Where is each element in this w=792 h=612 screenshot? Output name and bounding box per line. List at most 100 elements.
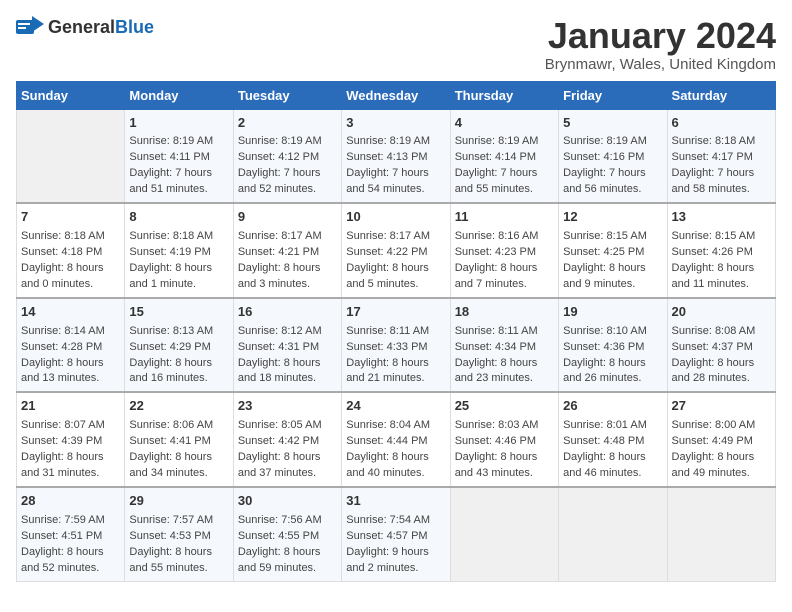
calendar-cell: 16Sunrise: 8:12 AM Sunset: 4:31 PM Dayli… xyxy=(233,298,341,393)
calendar-cell xyxy=(667,487,775,581)
day-info: Sunrise: 8:18 AM Sunset: 4:18 PM Dayligh… xyxy=(21,229,120,293)
day-number: 1 xyxy=(129,114,228,133)
day-number: 31 xyxy=(346,492,445,511)
day-number: 18 xyxy=(455,303,554,322)
day-number: 3 xyxy=(346,114,445,133)
week-row-5: 28 Sunrise: 7:59 AM Sunset: 4:51 PM Dayli… xyxy=(17,487,776,581)
col-header-saturday: Saturday xyxy=(667,81,775,109)
logo-icon xyxy=(16,16,44,38)
day-number: 5 xyxy=(563,114,662,133)
calendar-cell: 9 Sunrise: 8:17 AM Sunset: 4:21 PM Daylig… xyxy=(233,203,341,298)
day-number: 9 xyxy=(238,208,337,227)
day-number: 21 xyxy=(21,397,120,416)
calendar-cell: 31 Sunrise: 7:54 AM Sunset: 4:57 PM Dayli… xyxy=(342,487,450,581)
day-number: 12 xyxy=(563,208,662,227)
logo-general-text: General xyxy=(48,17,115,37)
calendar-cell: 3Sunrise: 8:19 AM Sunset: 4:13 PM Daylig… xyxy=(342,109,450,203)
day-info: Sunrise: 8:15 AM Sunset: 4:25 PM Dayligh… xyxy=(563,229,662,293)
day-number: 8 xyxy=(129,208,228,227)
day-info: Sunrise: 8:17 AM Sunset: 4:22 PM Dayligh… xyxy=(346,229,445,293)
calendar-title: January 2024 xyxy=(545,16,776,56)
day-number: 19 xyxy=(563,303,662,322)
day-number: 17 xyxy=(346,303,445,322)
col-header-monday: Monday xyxy=(125,81,233,109)
calendar-cell: 14Sunrise: 8:14 AM Sunset: 4:28 PM Dayli… xyxy=(17,298,125,393)
calendar-cell: 22Sunrise: 8:06 AM Sunset: 4:41 PM Dayli… xyxy=(125,392,233,487)
day-info: Sunrise: 8:19 AM Sunset: 4:14 PM Dayligh… xyxy=(455,134,554,198)
day-number: 20 xyxy=(672,303,771,322)
calendar-cell: 7 Sunrise: 8:18 AM Sunset: 4:18 PM Daylig… xyxy=(17,203,125,298)
day-number: 29 xyxy=(129,492,228,511)
day-info: Sunrise: 8:17 AM Sunset: 4:21 PM Dayligh… xyxy=(238,229,337,293)
day-info: Sunrise: 8:01 AM Sunset: 4:48 PM Dayligh… xyxy=(563,418,662,482)
col-header-sunday: Sunday xyxy=(17,81,125,109)
day-info: Sunrise: 8:19 AM Sunset: 4:11 PM Dayligh… xyxy=(129,134,228,198)
calendar-cell: 25 Sunrise: 8:03 AM Sunset: 4:46 PM Dayli… xyxy=(450,392,558,487)
day-number: 25 xyxy=(455,397,554,416)
calendar-cell: 30 Sunrise: 7:56 AM Sunset: 4:55 PM Dayli… xyxy=(233,487,341,581)
day-number: 4 xyxy=(455,114,554,133)
day-info: Sunrise: 8:19 AM Sunset: 4:16 PM Dayligh… xyxy=(563,134,662,198)
day-info: Sunrise: 8:10 AM Sunset: 4:36 PM Dayligh… xyxy=(563,324,662,388)
calendar-cell: 19 Sunrise: 8:10 AM Sunset: 4:36 PM Dayli… xyxy=(559,298,667,393)
calendar-cell: 8 Sunrise: 8:18 AM Sunset: 4:19 PM Daylig… xyxy=(125,203,233,298)
day-info: Sunrise: 8:18 AM Sunset: 4:19 PM Dayligh… xyxy=(129,229,228,293)
logo-blue-text: Blue xyxy=(115,17,154,37)
day-info: Sunrise: 8:15 AM Sunset: 4:26 PM Dayligh… xyxy=(672,229,771,293)
day-number: 2 xyxy=(238,114,337,133)
day-info: Sunrise: 7:54 AM Sunset: 4:57 PM Dayligh… xyxy=(346,513,445,577)
calendar-cell: 26Sunrise: 8:01 AM Sunset: 4:48 PM Dayli… xyxy=(559,392,667,487)
day-number: 15 xyxy=(129,303,228,322)
day-info: Sunrise: 8:14 AM Sunset: 4:28 PM Dayligh… xyxy=(21,324,120,388)
calendar-cell: 20Sunrise: 8:08 AM Sunset: 4:37 PM Dayli… xyxy=(667,298,775,393)
calendar-cell xyxy=(559,487,667,581)
col-header-thursday: Thursday xyxy=(450,81,558,109)
calendar-cell: 1Sunrise: 8:19 AM Sunset: 4:11 PM Daylig… xyxy=(125,109,233,203)
day-number: 23 xyxy=(238,397,337,416)
day-info: Sunrise: 7:56 AM Sunset: 4:55 PM Dayligh… xyxy=(238,513,337,577)
calendar-table: SundayMondayTuesdayWednesdayThursdayFrid… xyxy=(16,81,776,582)
calendar-cell: 29Sunrise: 7:57 AM Sunset: 4:53 PM Dayli… xyxy=(125,487,233,581)
calendar-cell: 12 Sunrise: 8:15 AM Sunset: 4:25 PM Dayli… xyxy=(559,203,667,298)
day-info: Sunrise: 8:18 AM Sunset: 4:17 PM Dayligh… xyxy=(672,134,771,198)
day-info: Sunrise: 8:03 AM Sunset: 4:46 PM Dayligh… xyxy=(455,418,554,482)
col-header-tuesday: Tuesday xyxy=(233,81,341,109)
day-number: 10 xyxy=(346,208,445,227)
calendar-cell: 24 Sunrise: 8:04 AM Sunset: 4:44 PM Dayli… xyxy=(342,392,450,487)
calendar-cell: 28 Sunrise: 7:59 AM Sunset: 4:51 PM Dayli… xyxy=(17,487,125,581)
calendar-cell: 18Sunrise: 8:11 AM Sunset: 4:34 PM Dayli… xyxy=(450,298,558,393)
calendar-cell: 2Sunrise: 8:19 AM Sunset: 4:12 PM Daylig… xyxy=(233,109,341,203)
day-number: 11 xyxy=(455,208,554,227)
calendar-cell: 21 Sunrise: 8:07 AM Sunset: 4:39 PM Dayli… xyxy=(17,392,125,487)
day-info: Sunrise: 8:16 AM Sunset: 4:23 PM Dayligh… xyxy=(455,229,554,293)
week-row-3: 14Sunrise: 8:14 AM Sunset: 4:28 PM Dayli… xyxy=(17,298,776,393)
day-number: 30 xyxy=(238,492,337,511)
day-info: Sunrise: 8:00 AM Sunset: 4:49 PM Dayligh… xyxy=(672,418,771,482)
calendar-cell: 6Sunrise: 8:18 AM Sunset: 4:17 PM Daylig… xyxy=(667,109,775,203)
col-header-wednesday: Wednesday xyxy=(342,81,450,109)
calendar-cell: 10 Sunrise: 8:17 AM Sunset: 4:22 PM Dayli… xyxy=(342,203,450,298)
day-info: Sunrise: 8:05 AM Sunset: 4:42 PM Dayligh… xyxy=(238,418,337,482)
title-area: January 2024 Brynmawr, Wales, United Kin… xyxy=(545,16,776,73)
calendar-cell xyxy=(450,487,558,581)
day-info: Sunrise: 7:59 AM Sunset: 4:51 PM Dayligh… xyxy=(21,513,120,577)
day-number: 16 xyxy=(238,303,337,322)
calendar-cell xyxy=(17,109,125,203)
day-number: 27 xyxy=(672,397,771,416)
day-number: 7 xyxy=(21,208,120,227)
day-info: Sunrise: 8:04 AM Sunset: 4:44 PM Dayligh… xyxy=(346,418,445,482)
calendar-subtitle: Brynmawr, Wales, United Kingdom xyxy=(545,56,776,73)
day-info: Sunrise: 8:13 AM Sunset: 4:29 PM Dayligh… xyxy=(129,324,228,388)
logo: GeneralBlue xyxy=(16,16,154,38)
day-number: 28 xyxy=(21,492,120,511)
calendar-cell: 23 Sunrise: 8:05 AM Sunset: 4:42 PM Dayli… xyxy=(233,392,341,487)
calendar-cell: 5Sunrise: 8:19 AM Sunset: 4:16 PM Daylig… xyxy=(559,109,667,203)
week-row-4: 21 Sunrise: 8:07 AM Sunset: 4:39 PM Dayli… xyxy=(17,392,776,487)
day-number: 24 xyxy=(346,397,445,416)
calendar-header-row: SundayMondayTuesdayWednesdayThursdayFrid… xyxy=(17,81,776,109)
week-row-1: 1Sunrise: 8:19 AM Sunset: 4:11 PM Daylig… xyxy=(17,109,776,203)
day-info: Sunrise: 8:07 AM Sunset: 4:39 PM Dayligh… xyxy=(21,418,120,482)
week-row-2: 7 Sunrise: 8:18 AM Sunset: 4:18 PM Daylig… xyxy=(17,203,776,298)
day-info: Sunrise: 8:19 AM Sunset: 4:13 PM Dayligh… xyxy=(346,134,445,198)
day-info: Sunrise: 8:06 AM Sunset: 4:41 PM Dayligh… xyxy=(129,418,228,482)
